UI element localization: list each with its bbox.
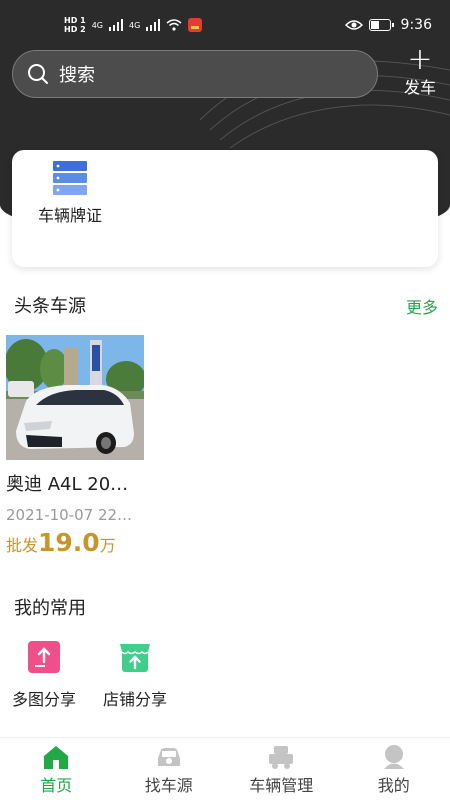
service-vehicle-license[interactable]: 车辆牌证 xyxy=(26,160,114,228)
search-icon xyxy=(28,64,48,84)
listing-title: 奥迪 A4L 20… xyxy=(6,474,129,495)
tab-find-cars[interactable]: 找车源 xyxy=(113,738,226,800)
service-label: 车辆牌证 xyxy=(37,206,102,225)
price-unit: 万 xyxy=(99,536,116,555)
bottom-tab-bar: 首页 找车源 车辆管理 我的 xyxy=(0,737,450,800)
battery-icon xyxy=(368,19,394,31)
share-upload-icon xyxy=(28,641,60,673)
tab-label: 找车源 xyxy=(144,776,193,795)
server-stack-icon xyxy=(53,161,87,195)
multi-image-share-label: 多图分享 xyxy=(11,690,76,709)
headline-title: 头条车源 xyxy=(14,296,86,317)
tab-home[interactable]: 首页 xyxy=(0,738,113,800)
car-search-icon xyxy=(157,748,180,766)
hd-indicator: HD 1 HD 2 xyxy=(64,16,86,34)
price-prefix: 批发 xyxy=(6,536,39,555)
publish-label: 发车 xyxy=(403,78,436,97)
notification-app-icon xyxy=(188,18,203,32)
listing-date: 2021-10-07 22… xyxy=(6,506,133,524)
eye-icon xyxy=(344,20,363,30)
network-type-2: 4G xyxy=(128,20,141,30)
tab-label: 车辆管理 xyxy=(249,776,314,795)
tab-label: 我的 xyxy=(377,776,410,795)
tab-vehicle-management[interactable]: 车辆管理 xyxy=(225,738,338,800)
vehicle-icon xyxy=(269,746,294,769)
favorites-title: 我的常用 xyxy=(14,598,86,619)
price-value: 19.0 xyxy=(38,528,100,557)
listing-card[interactable]: 奥迪 A4L 20… 2021-10-07 22… 批发19.0万 xyxy=(6,335,144,557)
shop-share-button[interactable]: 店铺分享 xyxy=(95,640,175,710)
multi-image-share-button[interactable]: 多图分享 xyxy=(4,640,84,710)
tab-label: 首页 xyxy=(40,776,73,795)
wifi-icon xyxy=(166,19,182,31)
user-icon xyxy=(383,745,404,769)
plus-icon: + xyxy=(407,42,433,77)
clock: 9:36 xyxy=(400,17,432,33)
status-bar: HD 1 HD 2 4G 4G 9:36 xyxy=(0,0,450,50)
home-icon xyxy=(44,746,69,769)
car-photo xyxy=(6,335,144,460)
signal-icon xyxy=(146,19,161,31)
services-card: 车辆牌证 xyxy=(12,150,438,267)
tab-profile[interactable]: 我的 xyxy=(338,738,450,800)
shop-share-icon xyxy=(120,644,150,672)
search-label: 搜索 xyxy=(59,65,95,86)
publish-car-button[interactable]: + 发车 xyxy=(398,44,442,98)
search-bar[interactable]: 搜索 xyxy=(12,50,378,98)
listing-price: 批发19.0万 xyxy=(6,528,144,557)
network-type-1: 4G xyxy=(91,20,103,30)
signal-icon xyxy=(108,19,123,31)
shop-share-label: 店铺分享 xyxy=(102,690,167,709)
more-link[interactable]: 更多 xyxy=(406,294,438,318)
